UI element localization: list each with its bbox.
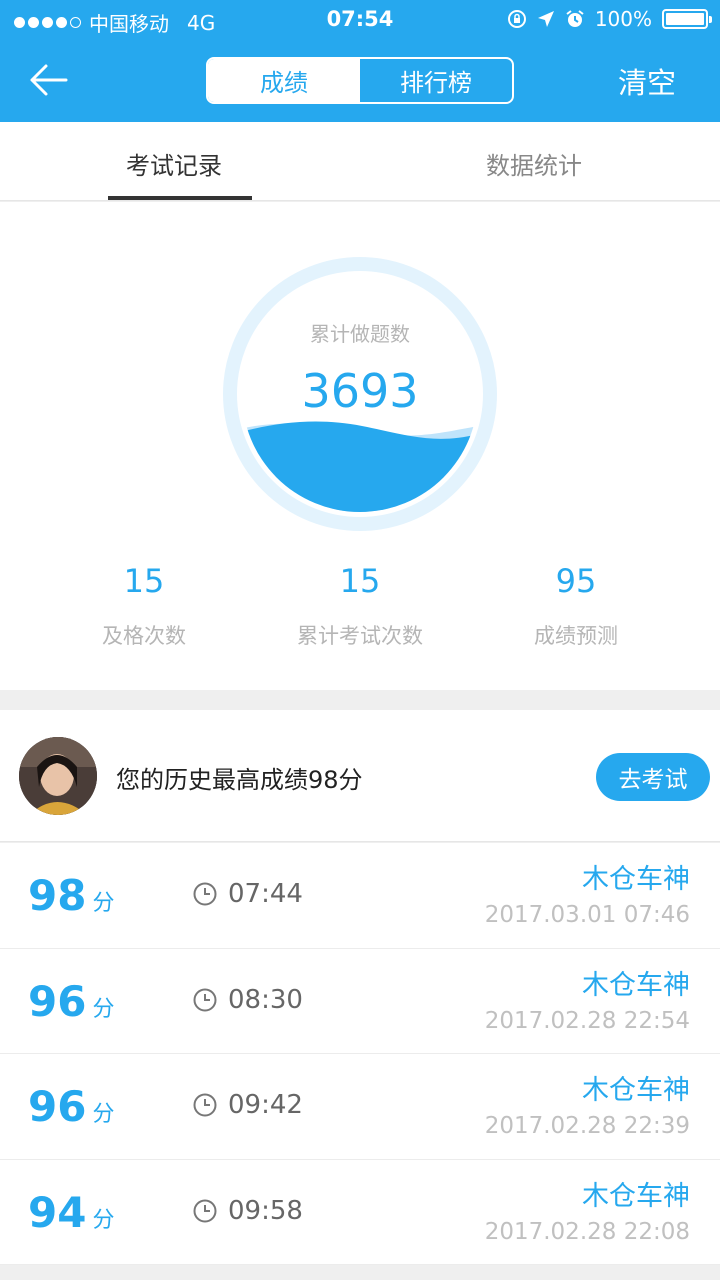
battery-icon	[662, 9, 712, 29]
score: 96 分	[28, 1082, 114, 1131]
tab-scores[interactable]: 成绩	[208, 59, 360, 102]
tab-leaderboard[interactable]: 排行榜	[360, 59, 512, 102]
avatar[interactable]	[19, 737, 97, 815]
score-value: 96	[28, 976, 87, 1026]
stat-pass-count: 15 及格次数	[24, 562, 264, 650]
back-arrow-icon[interactable]	[26, 60, 70, 100]
score-unit: 分	[92, 1102, 115, 1127]
record-date: 2017.02.28 22:08	[484, 1218, 690, 1245]
list-item[interactable]: 94 分 09:58 木仓车神 2017.02.28 22:08	[0, 1160, 720, 1265]
stat-label: 及格次数	[102, 624, 186, 648]
location-arrow-icon	[537, 11, 554, 27]
list-item[interactable]: 98 分 07:44 木仓车神 2017.03.01 07:46	[0, 843, 720, 949]
duration: 08:30	[192, 985, 303, 1015]
best-score-text: 您的历史最高成绩98分	[116, 766, 363, 794]
stat-value: 95	[555, 562, 597, 600]
user-name: 木仓车神	[582, 969, 690, 1001]
header-segmented-control: 成绩 排行榜	[206, 57, 514, 104]
record-date: 2017.02.28 22:54	[484, 1007, 690, 1034]
sub-tabs: 考试记录 数据统计	[0, 122, 720, 201]
duration-value: 09:58	[228, 1195, 303, 1226]
status-right: 100%	[507, 7, 712, 31]
score-value: 96	[28, 1082, 87, 1131]
score: 94 分	[28, 1188, 114, 1237]
total-questions-value: 3693	[301, 364, 419, 418]
alarm-icon	[566, 10, 584, 27]
stat-value: 15	[123, 562, 165, 600]
score-unit: 分	[92, 1207, 115, 1233]
take-exam-button[interactable]: 去考试	[596, 753, 710, 801]
clock-icon	[193, 882, 217, 906]
record-date: 2017.02.28 22:39	[484, 1113, 690, 1139]
rotation-lock-icon	[507, 10, 526, 28]
stat-value: 15	[339, 562, 381, 600]
duration: 07:44	[192, 879, 303, 909]
duration: 09:58	[192, 1196, 303, 1226]
status-bar: 中国移动 4G 07:54 100%	[0, 0, 720, 40]
clock-icon	[193, 1199, 217, 1222]
battery-percent: 100%	[594, 7, 652, 31]
duration-value: 08:30	[228, 984, 303, 1015]
score-unit: 分	[92, 996, 115, 1022]
best-score-bar: 您的历史最高成绩98分 去考试	[0, 710, 720, 842]
total-questions-label: 累计做题数	[310, 322, 410, 346]
user-name: 木仓车神	[582, 1075, 690, 1106]
stat-score-prediction: 95 成绩预测	[456, 562, 696, 650]
progress-circle: 累计做题数 3693	[222, 256, 498, 532]
score-unit: 分	[92, 891, 115, 916]
score: 98 分	[28, 871, 114, 920]
top-bar: 中国移动 4G 07:54 100% 成绩 排行榜 清空	[0, 0, 720, 122]
score: 96 分	[28, 977, 114, 1026]
stat-label: 累计考试次数	[297, 624, 423, 648]
score-value: 94	[28, 1187, 87, 1237]
active-tab-indicator	[108, 196, 252, 200]
list-item[interactable]: 96 分 08:30 木仓车神 2017.02.28 22:54	[0, 949, 720, 1054]
record-date: 2017.03.01 07:46	[484, 902, 690, 928]
duration-value: 09:42	[228, 1090, 303, 1120]
tab-exam-records[interactable]: 考试记录	[126, 146, 222, 181]
exam-records-list: 98 分 07:44 木仓车神 2017.03.01 07:46 96 分 08:3…	[0, 843, 720, 1265]
stat-exam-count: 15 累计考试次数	[240, 562, 480, 650]
stat-label: 成绩预测	[534, 624, 618, 648]
summary-panel: 累计做题数 3693 15 及格次数 15 累计考试次数 95 成绩预测	[0, 202, 720, 690]
duration: 09:42	[192, 1090, 303, 1120]
user-name: 木仓车神	[582, 1180, 690, 1212]
duration-value: 07:44	[228, 879, 303, 909]
clock-icon	[193, 988, 217, 1011]
clock-icon	[193, 1093, 217, 1117]
tab-data-statistics[interactable]: 数据统计	[486, 146, 582, 181]
list-item[interactable]: 96 分 09:42 木仓车神 2017.02.28 22:39	[0, 1054, 720, 1160]
clear-button[interactable]: 清空	[618, 60, 676, 102]
score-value: 98	[28, 871, 87, 920]
user-name: 木仓车神	[582, 864, 690, 895]
